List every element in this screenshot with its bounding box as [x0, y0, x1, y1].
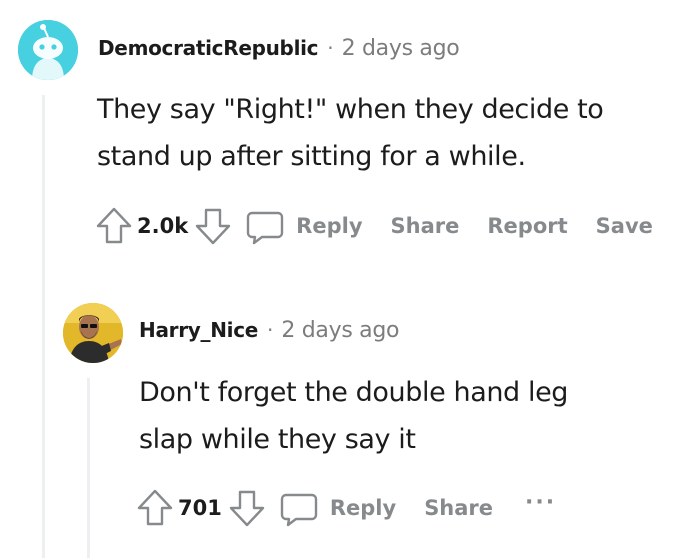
separator-dot: · [267, 318, 274, 342]
comment-line: They say "Right!" when they decide to [97, 94, 604, 125]
reply-label: Reply [329, 496, 397, 520]
thread-line[interactable] [42, 95, 45, 558]
comment-body: They say "Right!" when they decide to st… [97, 86, 697, 180]
upvote-icon[interactable] [95, 204, 133, 248]
more-options-icon[interactable]: ··· [525, 490, 556, 515]
share-button[interactable]: Share [391, 214, 460, 238]
comment-body: Don't forget the double hand leg slap wh… [139, 369, 659, 463]
comment-actions: 701 Reply Share ··· [136, 486, 556, 530]
comment-actions: 2.0k Reply Share Report Save [95, 204, 653, 248]
comment-line: Don't forget the double hand leg [139, 377, 569, 408]
user-avatar[interactable] [18, 20, 78, 80]
save-button[interactable]: Save [596, 214, 653, 238]
user-avatar[interactable] [63, 303, 123, 363]
report-button[interactable]: Report [487, 214, 567, 238]
snoo-icon [18, 20, 78, 80]
profile-photo-icon [63, 303, 123, 363]
separator-dot: · [327, 36, 334, 60]
thread-line[interactable] [87, 378, 90, 558]
vote-score: 701 [178, 496, 222, 520]
username-link[interactable]: DemocraticRepublic [98, 36, 319, 60]
vote-score: 2.0k [137, 214, 189, 238]
reply-button[interactable]: Reply [278, 487, 396, 529]
comment-line: stand up after sitting for a while. [97, 141, 526, 172]
downvote-icon[interactable] [228, 486, 266, 530]
timestamp[interactable]: 2 days ago [342, 36, 460, 61]
comment-header: DemocraticRepublic · 2 days ago [98, 36, 460, 61]
comment-header: Harry_Nice · 2 days ago [139, 318, 400, 343]
username-link[interactable]: Harry_Nice [139, 318, 258, 342]
timestamp[interactable]: 2 days ago [281, 318, 399, 343]
share-button[interactable]: Share [424, 496, 493, 520]
comment-line: slap while they say it [139, 424, 416, 455]
comment-bubble-icon [280, 493, 318, 527]
reply-button[interactable]: Reply [244, 205, 363, 247]
comment-bubble-icon [246, 211, 284, 245]
upvote-icon[interactable] [136, 486, 174, 530]
downvote-icon[interactable] [194, 204, 232, 248]
reply-label: Reply [296, 214, 363, 238]
